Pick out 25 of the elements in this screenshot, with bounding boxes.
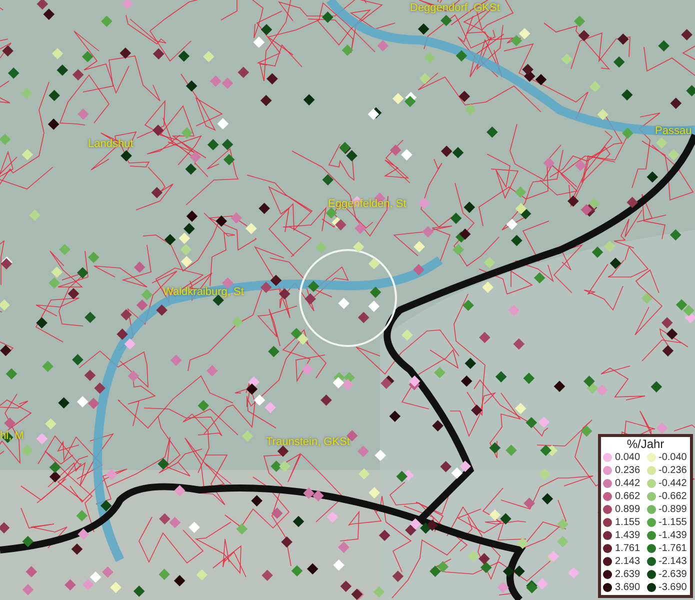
legend-value: 3.690 — [615, 582, 640, 594]
legend-title: %/Jahr — [626, 437, 666, 451]
legend-value: 2.639 — [615, 568, 640, 580]
legend-value: -0.899 — [658, 504, 687, 516]
legend-value: -1.155 — [658, 516, 687, 528]
legend-value: -1.761 — [658, 542, 687, 554]
legend-value: 1.761 — [615, 542, 640, 554]
legend-value: -0.662 — [658, 490, 687, 502]
place-label: Traunstein, GKSt — [266, 436, 350, 449]
legend-value: 0.899 — [615, 504, 640, 516]
legend-value: -0.236 — [658, 464, 687, 476]
legend-value: -2.639 — [658, 568, 687, 580]
legend-value: -1.439 — [658, 530, 687, 542]
legend-value: 0.662 — [615, 490, 640, 502]
place-label: Passau — [655, 125, 692, 138]
legend-value: 1.439 — [615, 530, 640, 542]
legend-value: -0.442 — [658, 478, 687, 490]
legend-value: 0.040 — [615, 452, 640, 464]
legend-value: 2.143 — [615, 556, 640, 568]
legend-value: 0.236 — [615, 464, 640, 476]
legend-value: 0.442 — [615, 478, 640, 490]
legend-value: -3.690 — [658, 582, 687, 594]
legend-value: -0.040 — [658, 452, 687, 464]
legend-value: 1.155 — [615, 516, 640, 528]
legend-value: -2.143 — [658, 556, 687, 568]
